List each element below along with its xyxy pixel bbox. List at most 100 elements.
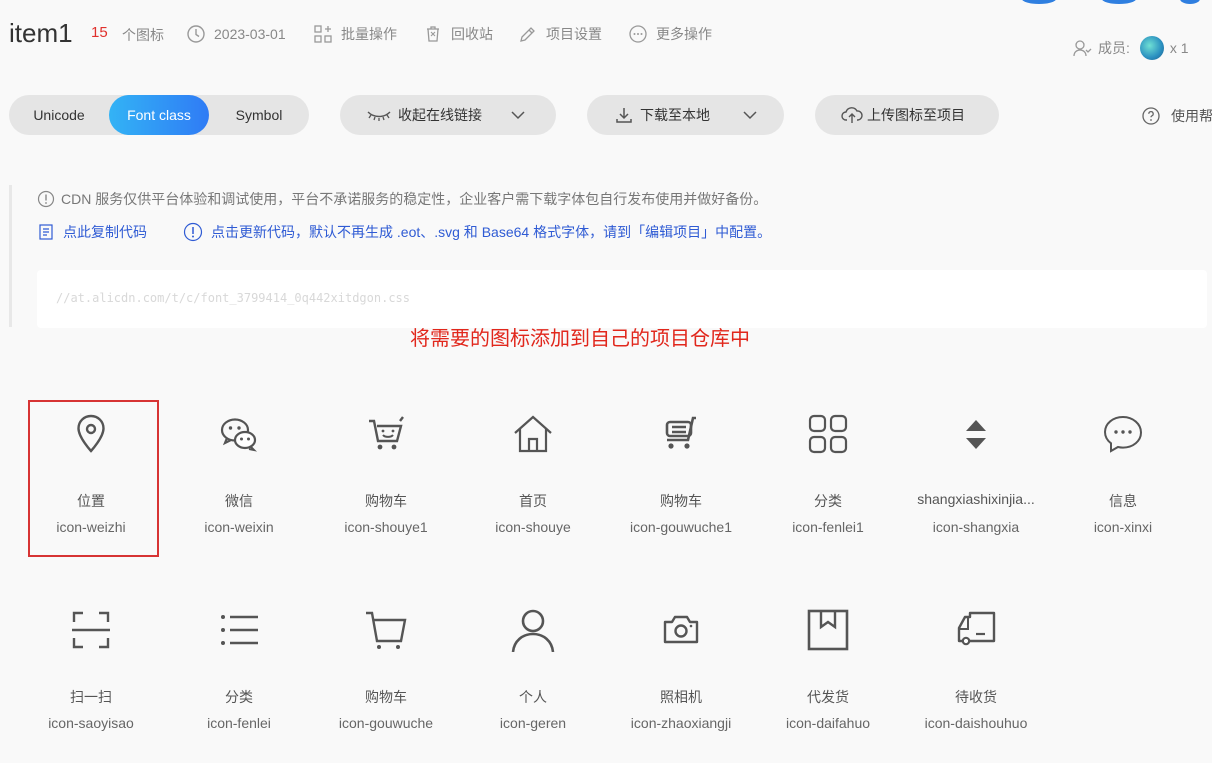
icon-class: icon-gouwuche (338, 715, 434, 731)
selection-highlight (28, 400, 159, 557)
decor-blob (1102, 0, 1136, 4)
icon-name: 待收货 (955, 689, 997, 705)
grid-icon (808, 414, 848, 454)
project-name: item1 (9, 18, 73, 48)
icon-card[interactable]: 个人 icon-geren (460, 596, 606, 746)
icon-class: icon-shouye (495, 519, 571, 535)
batch-ops-button[interactable]: 批量操作 (313, 23, 397, 45)
camera-icon (663, 615, 699, 644)
project-settings-button[interactable]: 项目设置 (518, 23, 602, 45)
collapse-link-button[interactable]: 收起在线链接 (340, 95, 556, 135)
chevron-down-icon[interactable] (742, 110, 758, 120)
tab-symbol[interactable]: Symbol (209, 95, 309, 135)
icon-name: 购物车 (660, 493, 702, 509)
updown-icon (966, 420, 986, 449)
recycle-bin-button[interactable]: 回收站 (423, 23, 493, 45)
icon-card[interactable]: 购物车 icon-shouye1 (313, 400, 459, 550)
package-icon (807, 609, 849, 651)
chevron-down-icon[interactable] (510, 110, 526, 120)
home-icon (514, 415, 552, 453)
icon-card[interactable]: 首页 icon-shouye (460, 400, 606, 550)
upload-button[interactable]: 上传图标至项目 (815, 95, 999, 135)
collapse-link-label: 收起在线链接 (398, 107, 482, 123)
css-link-box[interactable]: //at.alicdn.com/t/c/font_3799414_0q442xi… (37, 270, 1207, 328)
download-label: 下载至本地 (640, 107, 710, 123)
batch-ops-label: 批量操作 (341, 26, 397, 42)
info-icon (37, 190, 55, 208)
cart-icon (366, 611, 407, 649)
icon-card[interactable]: 待收货 icon-daishouhuo (903, 596, 1049, 746)
icon-card[interactable]: 分类 icon-fenlei (166, 596, 312, 746)
icon-name: 分类 (814, 493, 842, 509)
icon-card[interactable]: 代发货 icon-daifahuo (755, 596, 901, 746)
icon-class: icon-zhaoxiangji (630, 715, 732, 731)
icon-name: 首页 (519, 493, 547, 509)
icon-name: 扫一扫 (70, 689, 112, 705)
icon-class: icon-saoyisao (48, 715, 134, 731)
help-link[interactable]: 使用帮 (1141, 106, 1212, 126)
icon-class: icon-xinxi (1093, 519, 1153, 535)
icon-class: icon-daishouhuo (924, 715, 1028, 731)
cloud-upload-icon (841, 107, 863, 123)
icon-class: icon-gouwuche1 (630, 519, 732, 535)
icon-class: icon-fenlei1 (792, 519, 864, 535)
icon-card[interactable]: 分类 icon-fenlei1 (755, 400, 901, 550)
icon-class: icon-daifahuo (785, 715, 871, 731)
red-annotation: 将需要的图标添加到自己的项目仓库中 (410, 328, 750, 350)
created-date: 2023-03-01 (186, 23, 286, 45)
members[interactable]: 成员: x 1 (1072, 36, 1189, 60)
help-icon (1142, 107, 1160, 125)
icon-name: shangxiashixinjia... (917, 491, 1035, 507)
more-icon (629, 25, 647, 43)
copy-code-link[interactable]: 点此复制代码 (37, 222, 147, 242)
batch-icon (314, 25, 332, 43)
members-count: x 1 (1169, 40, 1189, 56)
trash-icon (427, 26, 439, 42)
icon-class: icon-geren (499, 715, 567, 731)
icon-class: icon-shangxia (932, 519, 1020, 535)
project-settings-label: 项目设置 (546, 26, 602, 42)
icon-name: 分类 (225, 689, 253, 705)
list-icon (221, 615, 258, 645)
members-icon (1073, 40, 1092, 57)
icon-card[interactable]: 照相机 icon-zhaoxiangji (608, 596, 754, 746)
decor-blob (1022, 0, 1056, 4)
more-ops-button[interactable]: 更多操作 (628, 23, 712, 45)
truck-icon (957, 611, 996, 646)
icon-card[interactable]: 购物车 icon-gouwuche1 (608, 400, 754, 550)
icon-card[interactable]: 微信 icon-weixin (166, 400, 312, 550)
help-label: 使用帮 (1171, 108, 1212, 124)
document-icon (39, 224, 53, 240)
icon-card[interactable]: shangxiashixinjia... icon-shangxia (903, 400, 1049, 550)
members-label: 成员: (1098, 40, 1130, 56)
person-icon (511, 609, 555, 652)
icon-card[interactable]: 信息 icon-xinxi (1050, 400, 1196, 550)
upload-label: 上传图标至项目 (867, 107, 965, 123)
icon-card[interactable]: 购物车 icon-gouwuche (313, 596, 459, 746)
tab-unicode[interactable]: Unicode (9, 95, 109, 135)
icon-name: 照相机 (660, 689, 702, 705)
download-icon (616, 108, 632, 123)
cdn-warning: CDN 服务仅供平台体验和调试使用，平台不承诺服务的稳定性，企业客户需下载字体包… (37, 189, 767, 209)
update-code-link[interactable]: 点击更新代码，默认不再生成 .eot、.svg 和 Base64 格式字体，请到… (183, 222, 771, 242)
css-url[interactable]: //at.alicdn.com/t/c/font_3799414_0q442xi… (56, 291, 410, 305)
cart-lines-icon (665, 416, 696, 449)
decor-blob (1180, 0, 1200, 4)
cdn-warning-text: CDN 服务仅供平台体验和调试使用，平台不承诺服务的稳定性，企业客户需下载字体包… (61, 191, 768, 207)
avatar[interactable] (1139, 36, 1164, 60)
icon-class: icon-shouye1 (344, 519, 428, 535)
icon-name: 购物车 (365, 493, 407, 509)
pencil-icon (520, 27, 535, 42)
project-header: item1 15 个图标 2023-03-01 批量操作 回收站 项目设置 更多… (0, 0, 1212, 80)
more-ops-label: 更多操作 (656, 26, 712, 42)
icon-count: 15 (91, 24, 108, 41)
scan-icon (72, 611, 110, 649)
icon-name: 代发货 (807, 689, 849, 705)
icon-class: icon-fenlei (207, 715, 271, 731)
download-button[interactable]: 下载至本地 (587, 95, 784, 135)
icon-card[interactable]: 扫一扫 icon-saoyisao (18, 596, 164, 746)
cart-face-icon (369, 416, 404, 450)
icon-name: 信息 (1109, 493, 1137, 509)
copy-code-label: 点此复制代码 (63, 224, 147, 240)
tab-font-class[interactable]: Font class (109, 95, 209, 135)
